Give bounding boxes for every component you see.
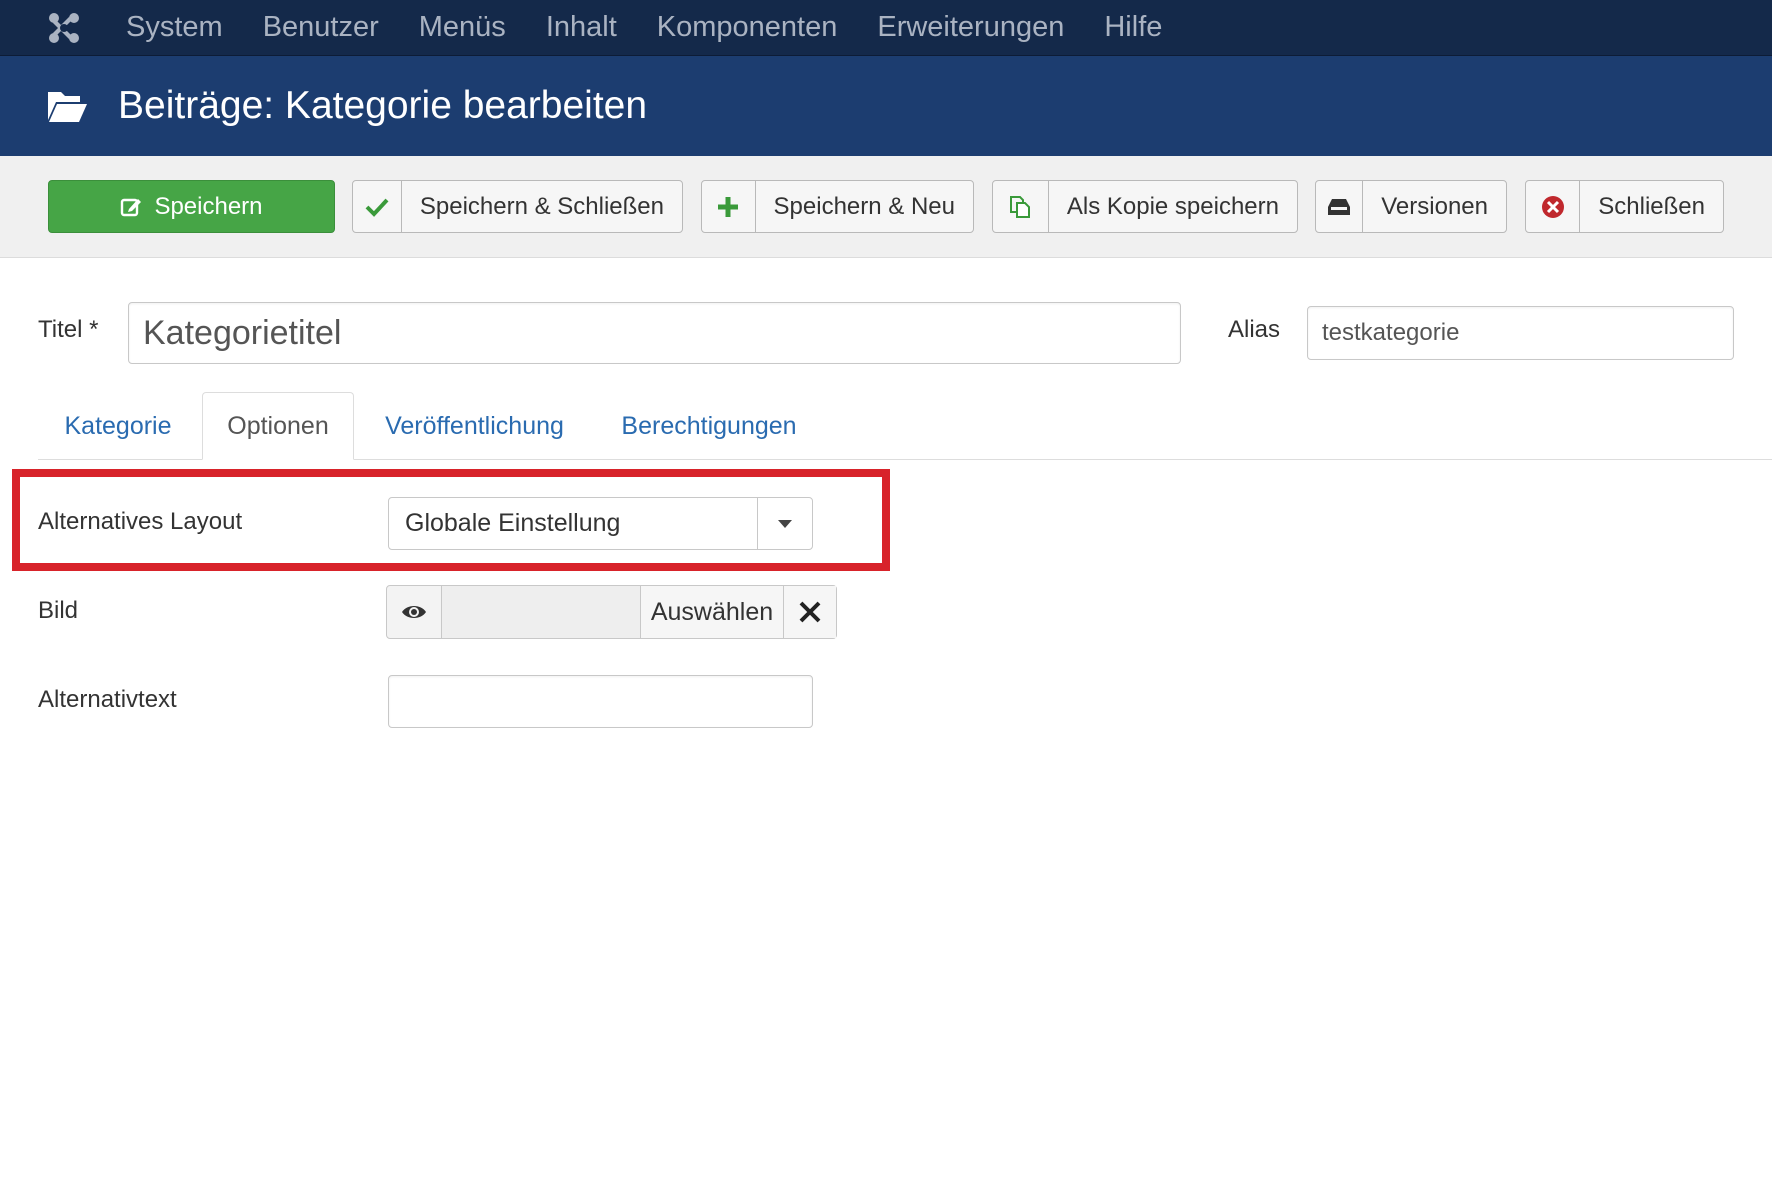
nav-system[interactable]: System <box>126 11 223 44</box>
alt-text-input[interactable] <box>388 675 813 728</box>
tab-optionen[interactable]: Optionen <box>202 392 354 460</box>
image-media-field: Auswählen <box>386 585 837 639</box>
toolbar: Speichern Speichern & Schließen Speicher… <box>0 156 1772 258</box>
save-button[interactable]: Speichern <box>48 180 335 233</box>
nav-menus[interactable]: Menüs <box>419 11 506 44</box>
image-choose-button[interactable]: Auswählen <box>641 586 784 638</box>
versions-button[interactable]: Versionen <box>1315 180 1507 233</box>
folder-open-icon <box>48 92 87 122</box>
nav-benutzer[interactable]: Benutzer <box>263 11 379 44</box>
save-close-button[interactable]: Speichern & Schließen <box>352 180 683 233</box>
save-close-label: Speichern & Schließen <box>419 192 664 220</box>
save-new-button[interactable]: Speichern & Neu <box>701 180 974 233</box>
chevron-down-icon[interactable] <box>757 498 812 549</box>
eye-icon[interactable] <box>387 586 442 638</box>
layout-label: Alternatives Layout <box>38 508 243 535</box>
image-path-input[interactable] <box>442 586 641 638</box>
title-value: Kategorietitel <box>143 313 342 352</box>
versions-label: Versionen <box>1381 192 1488 220</box>
clear-icon[interactable] <box>784 586 836 638</box>
joomla-logo-icon[interactable] <box>0 0 128 56</box>
nav-inhalt[interactable]: Inhalt <box>546 11 617 44</box>
page-title: Beiträge: Kategorie bearbeiten <box>118 84 648 127</box>
image-label: Bild <box>38 597 79 624</box>
nav-hilfe[interactable]: Hilfe <box>1104 11 1162 44</box>
title-label: Titel * <box>38 316 99 343</box>
nav-komponenten[interactable]: Komponenten <box>657 11 838 44</box>
close-label: Schließen <box>1598 192 1705 220</box>
alt-text-label: Alternativtext <box>38 686 177 713</box>
alias-label: Alias <box>1228 316 1281 343</box>
plus-icon <box>718 196 739 217</box>
edit-icon <box>121 198 142 216</box>
tab-berechtigungen[interactable]: Berechtigungen <box>604 392 814 460</box>
page-header: Beiträge: Kategorie bearbeiten <box>0 56 1772 156</box>
layout-select[interactable]: Globale Einstellung <box>388 497 813 550</box>
tab-veroeffentlichung[interactable]: Veröffentlichung <box>368 392 581 460</box>
check-icon <box>365 198 389 217</box>
top-navbar: System Benutzer Menüs Inhalt Komponenten… <box>0 0 1772 56</box>
cancel-icon <box>1541 195 1564 218</box>
close-button[interactable]: Schließen <box>1525 180 1724 233</box>
alias-input[interactable]: testkategorie <box>1307 306 1734 360</box>
title-input[interactable]: Kategorietitel <box>128 302 1181 364</box>
copy-icon <box>1010 195 1031 218</box>
archive-icon <box>1328 198 1351 215</box>
save-label: Speichern <box>154 192 263 220</box>
layout-select-value: Globale Einstellung <box>405 509 621 537</box>
save-copy-button[interactable]: Als Kopie speichern <box>992 180 1298 233</box>
alias-value: testkategorie <box>1322 319 1460 346</box>
save-new-label: Speichern & Neu <box>773 192 955 220</box>
save-copy-label: Als Kopie speichern <box>1066 192 1279 220</box>
tab-kategorie[interactable]: Kategorie <box>38 392 198 460</box>
nav-erweiterungen[interactable]: Erweiterungen <box>877 11 1064 44</box>
